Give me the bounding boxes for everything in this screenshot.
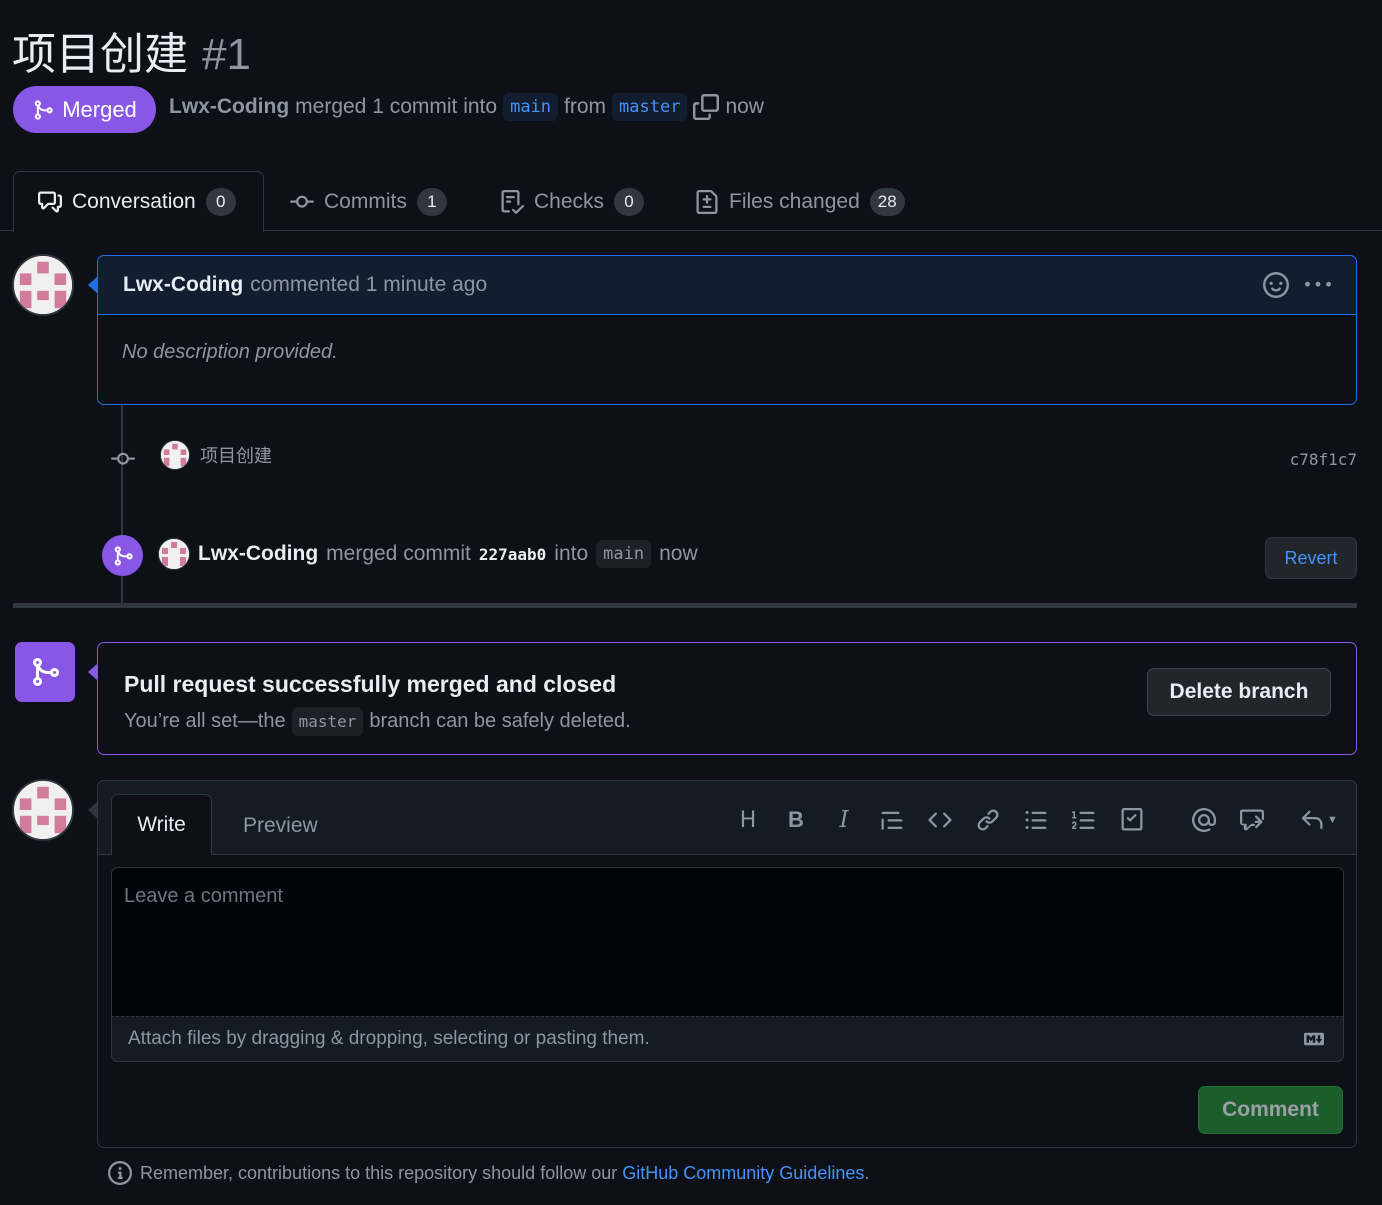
merge-author[interactable]: Lwx-Coding: [198, 542, 318, 566]
merge-panel-sub-a: You’re all set—the: [124, 710, 286, 732]
info-icon: [108, 1161, 132, 1185]
pr-author-link[interactable]: Lwx-Coding: [169, 95, 289, 119]
identicon-icon: [161, 441, 189, 469]
comment-action[interactable]: commented 1 minute ago: [250, 273, 487, 297]
task-list-icon[interactable]: [1117, 805, 1147, 835]
merge-icon: [114, 545, 133, 566]
tab-files-changed[interactable]: Files changed 28: [695, 188, 905, 216]
pr-summary-a: merged 1 commit into: [295, 95, 498, 118]
head-branch[interactable]: master: [612, 93, 688, 121]
tab-commits[interactable]: Commits 1: [290, 188, 447, 216]
copy-icon[interactable]: [693, 94, 720, 120]
merge-event-badge: [102, 535, 143, 576]
pr-title-text: 项目创建: [12, 30, 188, 79]
merge-icon: [34, 99, 53, 120]
heading-icon[interactable]: H: [733, 805, 763, 835]
mention-icon[interactable]: [1189, 805, 1219, 835]
smiley-icon[interactable]: [1263, 272, 1289, 298]
contribution-note: Remember, contributions to this reposito…: [108, 1161, 869, 1185]
comment-editor: Write Preview H B I ▼ Leave a comment At…: [97, 780, 1357, 1148]
identicon-icon: [159, 539, 189, 569]
merge-time: now: [659, 542, 698, 565]
merged-status-label: Merged: [62, 96, 137, 122]
delete-branch-button[interactable]: Delete branch: [1147, 668, 1331, 716]
comment-author[interactable]: Lwx-Coding: [123, 273, 243, 297]
pr-summary-b: from: [564, 95, 607, 118]
ordered-list-icon[interactable]: [1069, 805, 1099, 835]
tab-files-changed-label: Files changed: [729, 190, 860, 213]
merge-panel-subtitle: You’re all set—the master branch can be …: [124, 707, 631, 736]
pr-meta: Lwx-Coding merged 1 commit into main fro…: [169, 93, 764, 121]
pr-time: now: [725, 95, 764, 118]
merge-event: Lwx-Coding merged commit 227aab0 into ma…: [158, 538, 698, 570]
tab-preview[interactable]: Preview: [243, 814, 318, 838]
pr-title: 项目创建 #1: [12, 18, 251, 82]
tab-conversation[interactable]: Conversation 0: [38, 188, 236, 216]
tab-commits-count: 1: [416, 188, 447, 216]
comment-submit-button[interactable]: Comment: [1198, 1086, 1343, 1134]
markdown-icon: [1304, 1032, 1324, 1046]
identicon-icon: [14, 781, 72, 839]
commit-node-icon: [111, 452, 135, 465]
tab-checks-label: Checks: [534, 190, 605, 213]
merge-sha[interactable]: 227aab0: [479, 545, 546, 564]
kebab-horizontal-icon[interactable]: [1305, 272, 1331, 298]
tab-files-changed-count: 28: [869, 188, 905, 216]
tab-conversation-label: Conversation: [72, 190, 196, 213]
commit-message[interactable]: 项目创建: [200, 442, 272, 468]
timeline-end-divider: [13, 603, 1357, 608]
reply-icon[interactable]: ▼: [1294, 805, 1344, 835]
link-icon[interactable]: [973, 805, 1003, 835]
base-branch[interactable]: main: [503, 93, 559, 121]
merge-branch[interactable]: main: [596, 540, 652, 568]
reference-icon[interactable]: [1237, 805, 1267, 835]
current-user-avatar[interactable]: [12, 779, 74, 841]
comment-discussion-icon: [38, 191, 62, 213]
merge-panel-branch[interactable]: master: [291, 707, 364, 736]
unordered-list-icon[interactable]: [1021, 805, 1051, 835]
attach-files-text: Attach files by dragging & dropping, sel…: [128, 1028, 650, 1049]
checklist-icon: [501, 190, 524, 214]
avatar[interactable]: [12, 254, 74, 316]
comment-body: No description provided.: [122, 341, 338, 363]
commit-item: 项目创建: [160, 440, 272, 470]
quote-icon[interactable]: [877, 805, 907, 835]
tab-checks-count: 0: [614, 188, 645, 216]
merged-state-icon-box: [15, 642, 75, 702]
merge-icon: [33, 658, 60, 686]
merge-panel-title: Pull request successfully merged and clo…: [124, 671, 617, 697]
revert-button[interactable]: Revert: [1265, 537, 1357, 579]
identicon-icon: [14, 256, 72, 314]
footer-text: Remember, contributions to this reposito…: [140, 1162, 618, 1183]
commit-icon: [290, 195, 314, 208]
merge-text-b: into: [554, 542, 589, 565]
attach-files-bar[interactable]: Attach files by dragging & dropping, sel…: [111, 1016, 1344, 1062]
comment-box: Lwx-Coding commented 1 minute ago No des…: [97, 255, 1357, 405]
merged-status-badge: Merged: [13, 86, 156, 133]
commit-avatar[interactable]: [160, 440, 190, 470]
merge-text-a: merged commit: [326, 542, 471, 565]
commit-sha[interactable]: c78f1c7: [1290, 450, 1357, 469]
comment-header: Lwx-Coding commented 1 minute ago: [98, 256, 1356, 315]
pr-number: #1: [202, 30, 251, 79]
editor-header: Write Preview H B I ▼: [98, 781, 1356, 855]
merge-avatar[interactable]: [158, 538, 190, 570]
chevron-down-icon: ▼: [1327, 814, 1338, 826]
file-diff-icon: [696, 190, 718, 214]
comment-textarea[interactable]: Leave a comment: [111, 867, 1344, 1017]
tab-checks[interactable]: Checks 0: [500, 188, 645, 216]
tab-conversation-count: 0: [205, 188, 236, 216]
italic-icon[interactable]: I: [829, 805, 859, 835]
tab-commits-label: Commits: [324, 190, 407, 213]
tab-write[interactable]: Write: [111, 794, 212, 855]
code-icon[interactable]: [925, 805, 955, 835]
bold-icon[interactable]: B: [781, 805, 811, 835]
footer-end: .: [864, 1162, 870, 1183]
merge-panel-sub-b: branch can be safely deleted.: [369, 710, 631, 732]
merge-status-panel: Pull request successfully merged and clo…: [97, 642, 1357, 755]
community-guidelines-link[interactable]: GitHub Community Guidelines: [622, 1163, 864, 1183]
